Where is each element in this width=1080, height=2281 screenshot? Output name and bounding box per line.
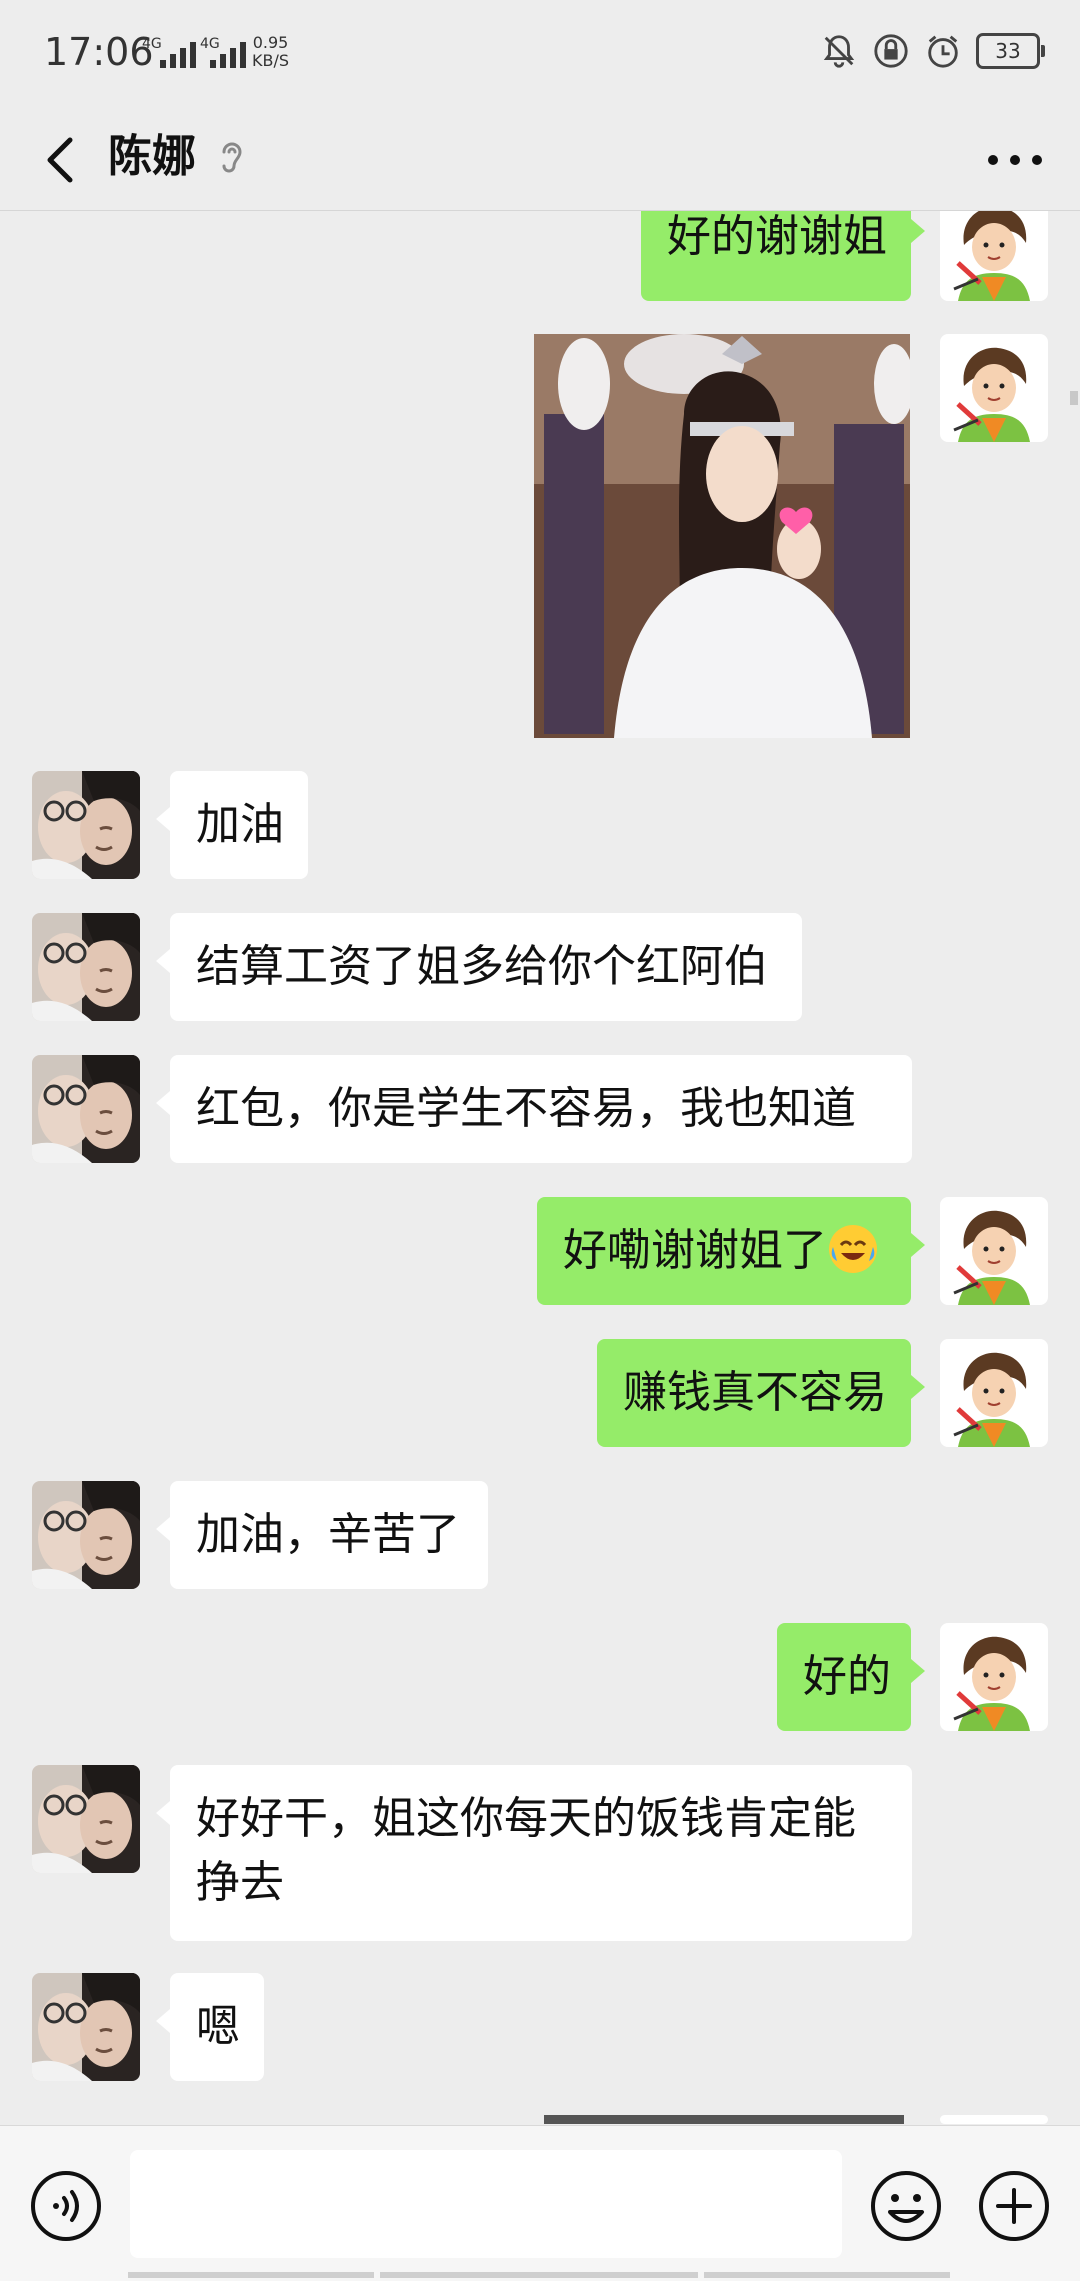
message-text: 结算工资了姐多给你个红阿伯 [196, 941, 768, 992]
more-dots-icon[interactable] [980, 130, 1050, 190]
message-bubble-incoming[interactable]: 加油 [156, 771, 308, 879]
plus-circle-icon[interactable] [976, 2168, 1052, 2244]
avatar-contact[interactable] [32, 771, 140, 879]
scrollbar[interactable] [1070, 391, 1078, 405]
signal-2-icon [210, 40, 246, 68]
message-text: 嗯 [196, 2001, 240, 2052]
smiley-icon[interactable] [868, 2168, 944, 2244]
message-text: 好的 [803, 1651, 891, 1702]
lock-rotation-icon [874, 34, 908, 68]
message-bubble-outgoing[interactable]: 好嘞谢谢姐了 [537, 1197, 925, 1305]
avatar-contact[interactable] [32, 913, 140, 1021]
avatar-self[interactable] [940, 1339, 1048, 1447]
message-bubble-incoming[interactable]: 红包，你是学生不容易，我也知道 [156, 1055, 912, 1163]
status-bar: 17:06 4G 4G 0.95 KB/S 33 [0, 0, 1080, 110]
message-bubble-outgoing[interactable]: 好的 [777, 1623, 925, 1731]
avatar-contact[interactable] [32, 1765, 140, 1873]
nav-bar-segment [380, 2272, 698, 2278]
nav-bar-segment [704, 2272, 950, 2278]
avatar-contact[interactable] [32, 1973, 140, 2081]
notification-muted-icon [823, 35, 855, 68]
message-bubble-incoming[interactable]: 好好干，姐这你每天的饭钱肯定能挣去 [156, 1765, 912, 1941]
avatar-self[interactable] [940, 211, 1048, 301]
ear-speaker-icon [222, 142, 242, 173]
battery-indicator: 33 [976, 33, 1045, 69]
message-bubble-incoming[interactable]: 结算工资了姐多给你个红阿伯 [156, 913, 802, 1021]
network-speed-value: 0.95 [252, 33, 289, 52]
avatar-self[interactable] [940, 2115, 1048, 2124]
chat-header: 陈娜 [0, 110, 1080, 211]
message-list[interactable]: 好的谢谢姐 加油 结算工资了姐多给你个红阿伯 红包，你是学生不容易，我也知道 好… [0, 211, 1080, 2124]
chat-title: 陈娜 [108, 131, 196, 182]
message-bubble-incoming[interactable]: 加油，辛苦了 [156, 1481, 488, 1589]
network-type-1: 4G [142, 36, 162, 52]
message-text: 好的谢谢姐 [667, 211, 887, 262]
network-speed-unit: KB/S [252, 51, 290, 70]
voice-input-icon[interactable] [28, 2168, 104, 2244]
message-text: 加油，辛苦了 [196, 1509, 460, 1560]
message-input[interactable] [130, 2150, 842, 2258]
status-time: 17:06 [44, 30, 154, 74]
crying-laughing-emoji-icon [829, 1225, 877, 1273]
message-text: 赚钱真不容易 [623, 1367, 887, 1418]
message-text: 好嘞谢谢姐了 [563, 1225, 827, 1276]
chevron-left-icon[interactable] [30, 128, 94, 192]
avatar-self[interactable] [940, 334, 1048, 442]
alarm-icon [928, 35, 958, 68]
network-speed: 0.95 KB/S [252, 34, 289, 70]
sticker-image[interactable] [534, 334, 910, 738]
nav-bar-segment [128, 2272, 374, 2278]
message-text: 好好干，姐这你每天的饭钱肯定能挣去 [196, 1793, 856, 1908]
signal-1-icon [160, 40, 196, 68]
sticker-image[interactable] [544, 2115, 904, 2124]
message-bubble-outgoing[interactable]: 赚钱真不容易 [597, 1339, 925, 1447]
avatar-contact[interactable] [32, 1481, 140, 1589]
message-text: 红包，你是学生不容易，我也知道 [196, 1083, 856, 1134]
input-bar [0, 2125, 1080, 2281]
avatar-self[interactable] [940, 1197, 1048, 1305]
avatar-contact[interactable] [32, 1055, 140, 1163]
message-bubble-outgoing[interactable]: 好的谢谢姐 [641, 211, 925, 301]
message-text: 加油 [196, 799, 284, 850]
avatar-self[interactable] [940, 1623, 1048, 1731]
message-bubble-incoming[interactable]: 嗯 [156, 1973, 264, 2081]
